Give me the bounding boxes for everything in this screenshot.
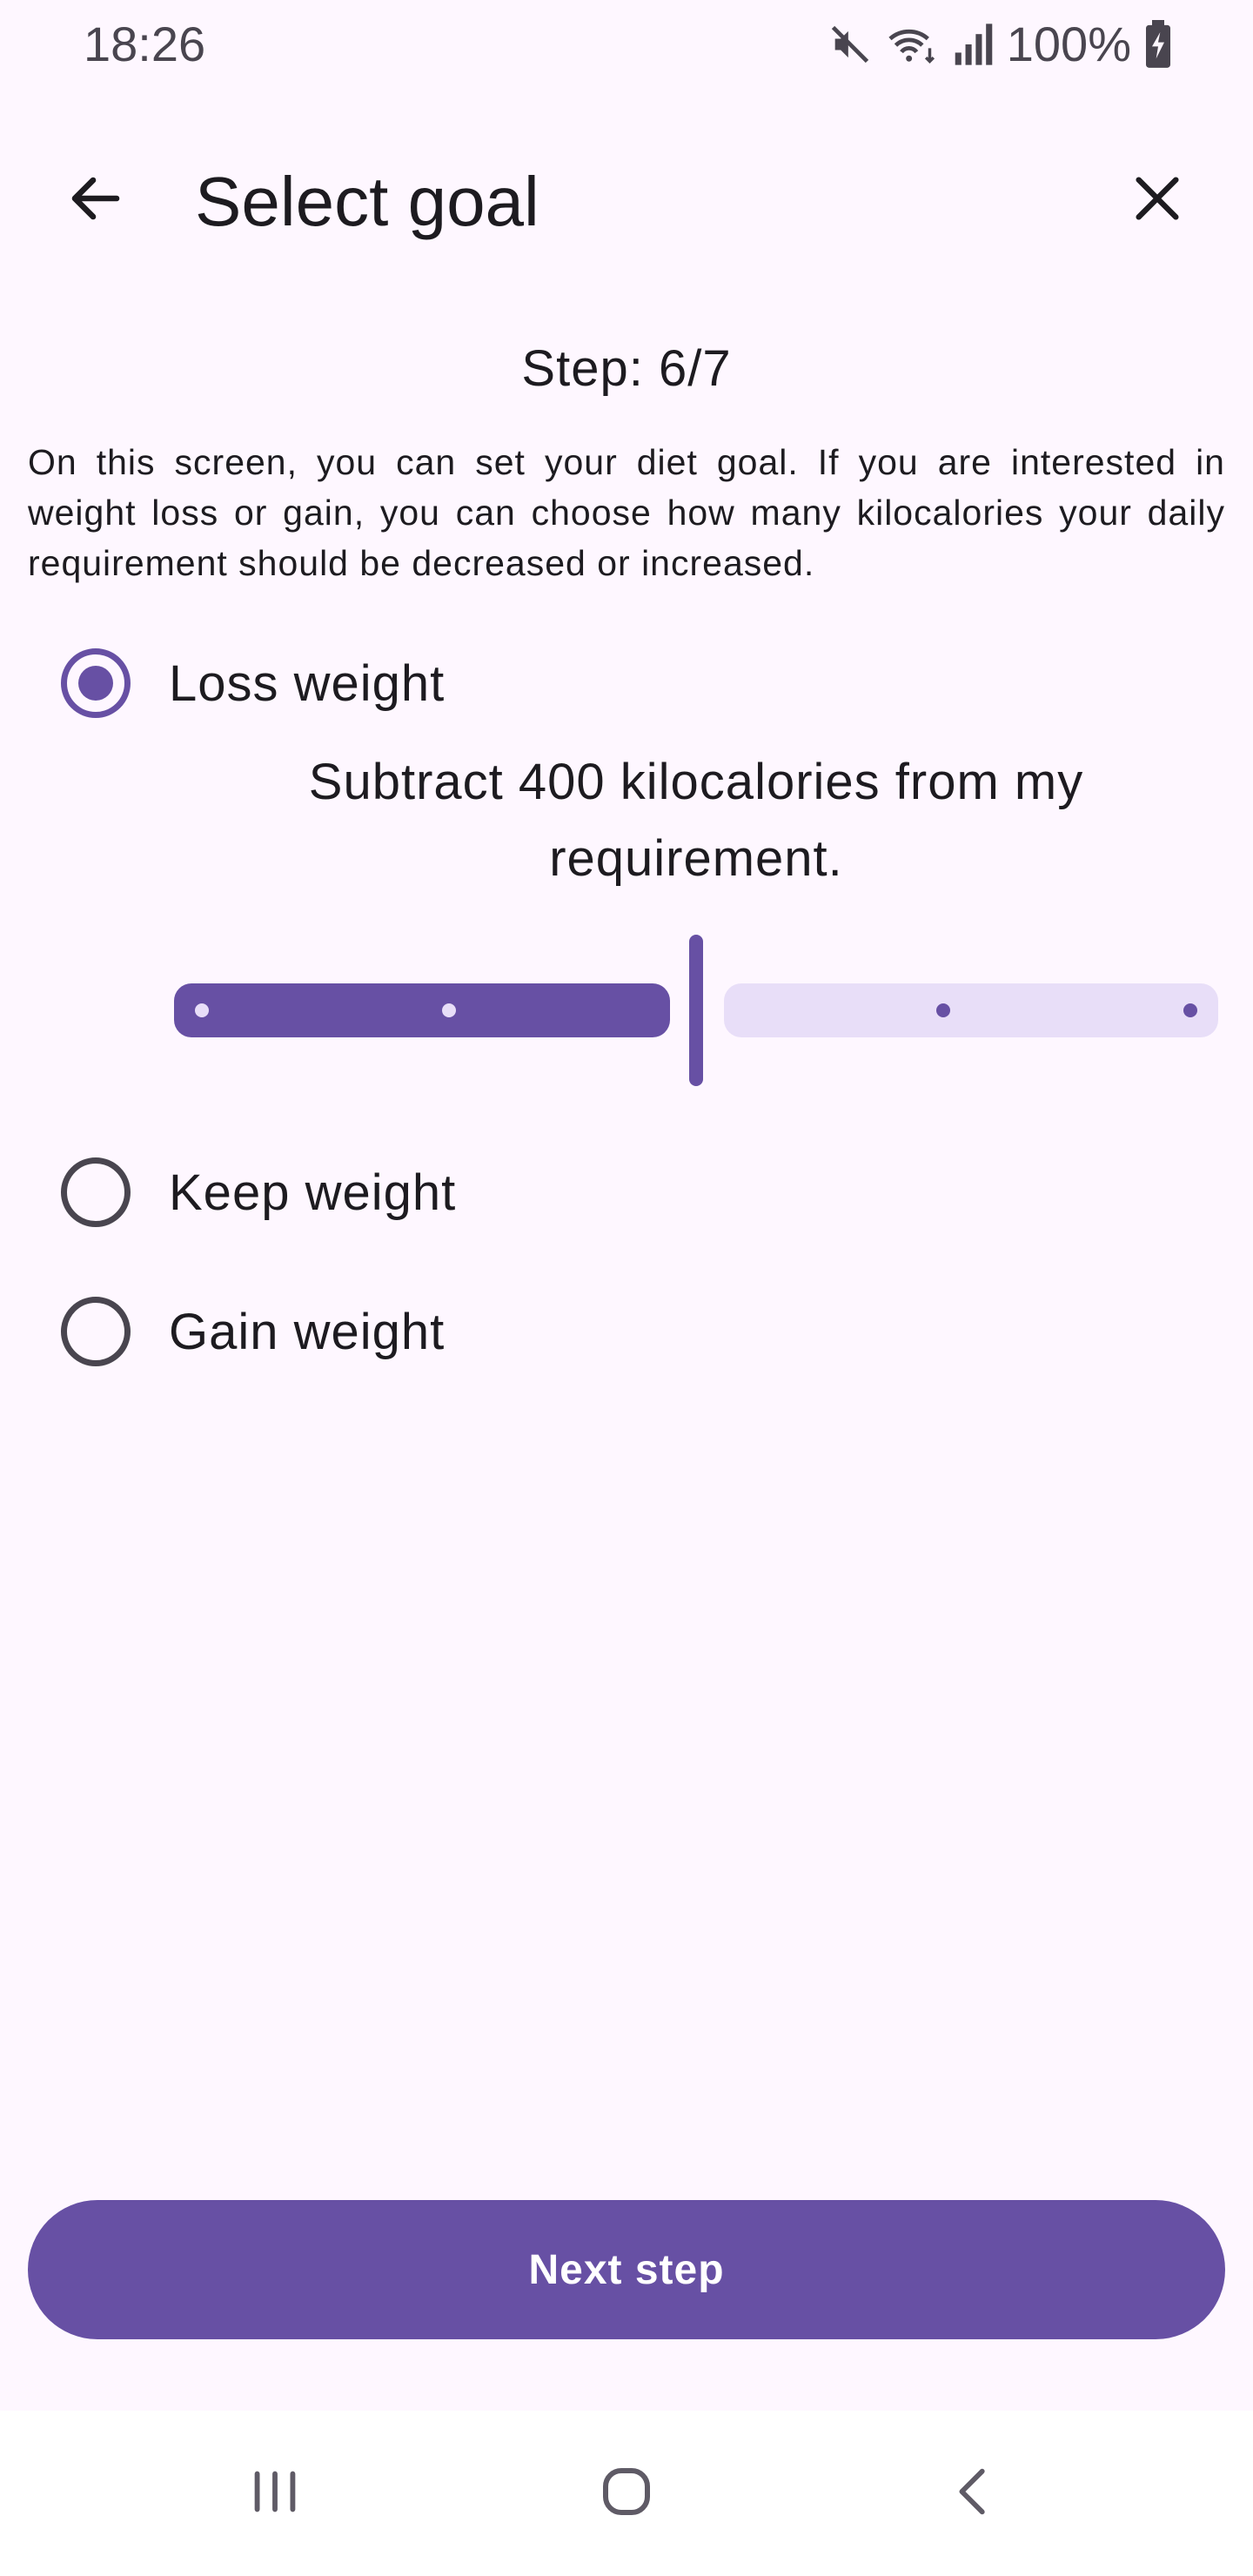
option-gain-weight[interactable]: Gain weight [52, 1288, 445, 1375]
recent-apps-icon [245, 2461, 305, 2526]
radio-keep-weight[interactable] [52, 1149, 139, 1236]
status-time: 18:26 [84, 17, 206, 71]
option-label: Keep weight [169, 1164, 457, 1221]
description-text: On this screen, you can set your diet go… [28, 442, 1225, 583]
battery-percent: 100% [1006, 17, 1131, 71]
status-icons: 100% [828, 16, 1173, 72]
radio-unchecked-icon [61, 1297, 131, 1366]
page-title: Select goal [195, 163, 539, 240]
option-keep-weight[interactable]: Keep weight [52, 1149, 456, 1236]
recent-apps-button[interactable] [223, 2450, 327, 2537]
step-indicator: Step: 6/7 [521, 340, 732, 397]
mute-icon [828, 22, 873, 67]
wifi-icon [885, 22, 941, 67]
home-icon [595, 2460, 658, 2527]
option-label: Gain weight [169, 1303, 446, 1360]
slider-thumb [689, 935, 703, 1086]
home-button[interactable] [574, 2450, 679, 2537]
slider-tick [442, 1003, 456, 1017]
next-step-button[interactable]: Next step [28, 2200, 1225, 2339]
app-bar: Select goal [0, 139, 1253, 252]
radio-gain-weight[interactable] [52, 1288, 139, 1375]
status-bar: 18:26 100% [0, 0, 1253, 87]
option-loss-weight[interactable]: Loss weight [52, 640, 445, 727]
radio-checked-icon [61, 648, 131, 718]
slider-inactive-track [724, 983, 1218, 1037]
option-label: Loss weight [169, 654, 446, 712]
slider-tick [1183, 1003, 1197, 1017]
signal-icon [953, 22, 995, 67]
calorie-adjustment-text: Subtract 400 kilocalories from my requir… [308, 754, 1084, 887]
radio-unchecked-icon [61, 1157, 131, 1227]
back-nav-button[interactable] [922, 2450, 1027, 2537]
slider-tick [936, 1003, 950, 1017]
back-icon [944, 2461, 1005, 2526]
calorie-slider[interactable] [174, 931, 1218, 1088]
back-button[interactable] [52, 157, 139, 244]
radio-loss-weight[interactable] [52, 640, 139, 727]
system-nav-bar [0, 2411, 1253, 2576]
close-button[interactable] [1114, 157, 1201, 244]
close-icon [1129, 171, 1185, 231]
arrow-back-icon [64, 167, 127, 234]
battery-charging-icon [1143, 19, 1173, 69]
slider-tick [195, 1003, 209, 1017]
slider-active-track [174, 983, 670, 1037]
